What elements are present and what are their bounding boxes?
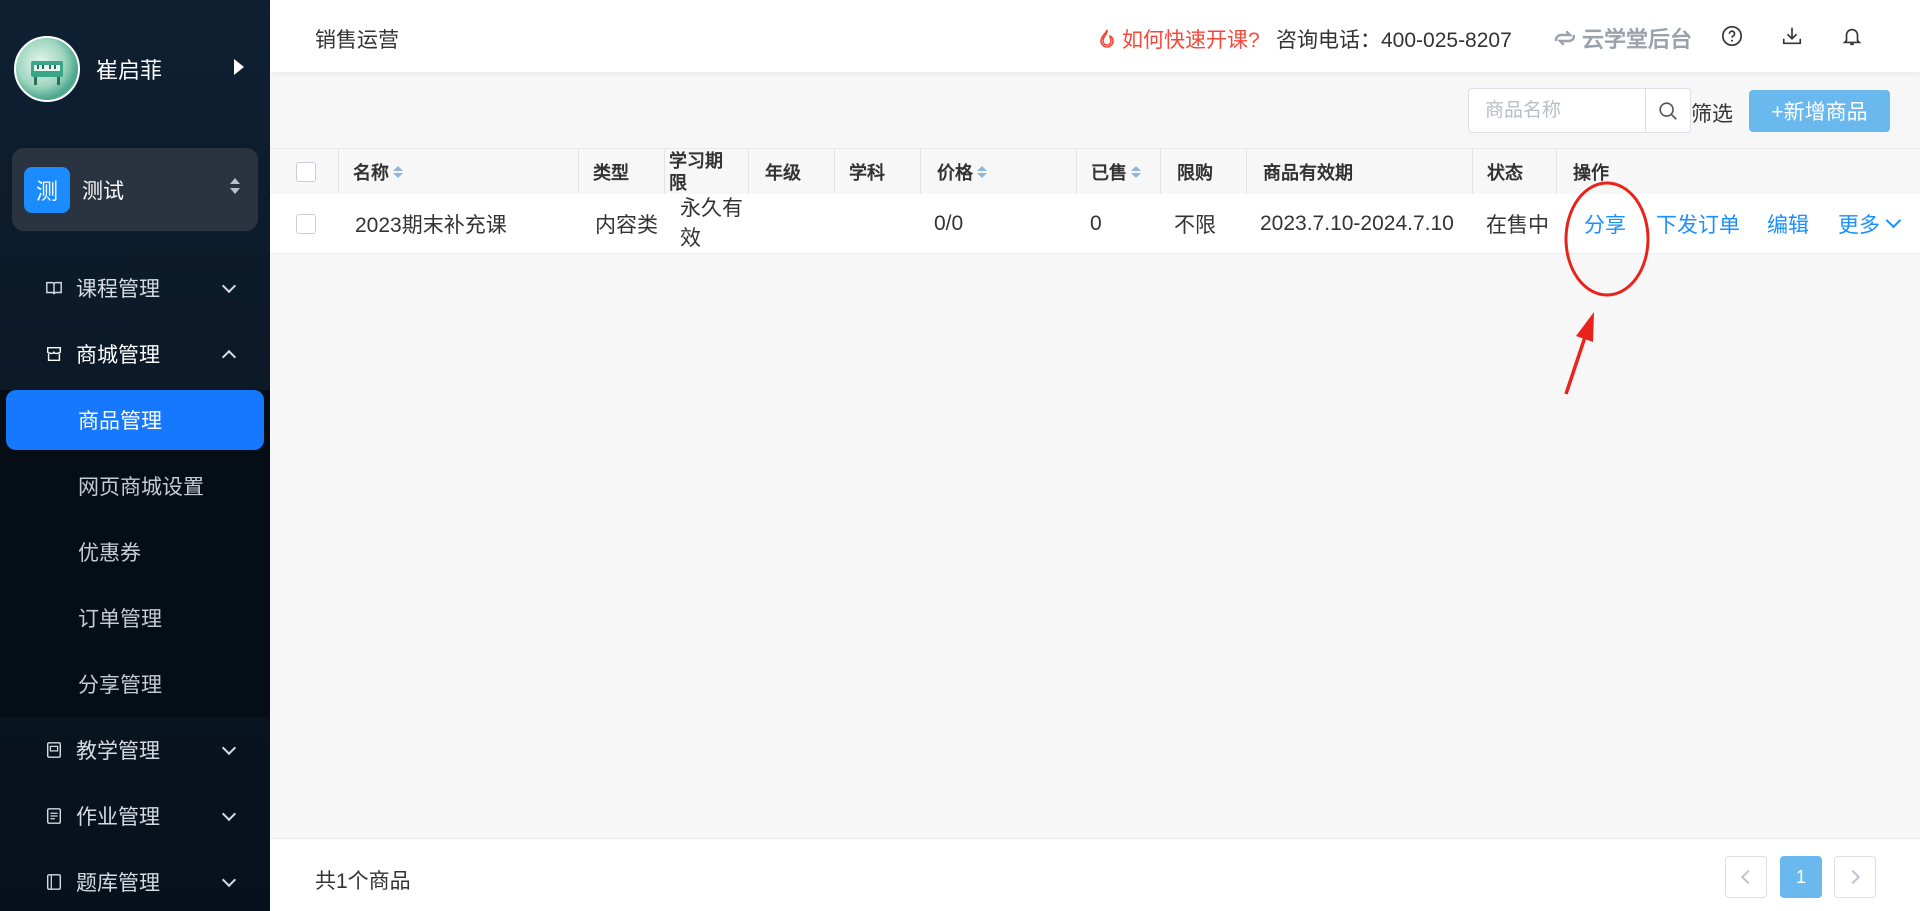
chevron-right-icon <box>1845 869 1861 885</box>
col-study-period: 学习期限 <box>664 149 730 195</box>
row-checkbox[interactable] <box>296 194 316 254</box>
table-footer: 共1个商品 1 <box>270 838 1920 911</box>
menu-question-bank-management[interactable]: 题库管理 <box>0 849 270 911</box>
fire-icon <box>1100 29 1114 48</box>
top-header: 销售运营 如何快速开课? 咨询电话：400-025-8207 云学堂后台 <box>270 0 1920 72</box>
menu-label: 作业管理 <box>76 806 160 829</box>
piano-avatar-icon <box>31 61 63 85</box>
product-search <box>1468 88 1691 133</box>
submenu-item-share-management[interactable]: 分享管理 <box>0 651 270 717</box>
annotation-arrow-icon <box>1564 312 1594 395</box>
chevron-down-icon <box>221 278 237 294</box>
chevron-left-icon <box>1740 869 1756 885</box>
cloud-loop-icon <box>1554 30 1576 46</box>
menu-homework-management[interactable]: 作业管理 <box>0 783 270 849</box>
table-header: 名称 类型 学习期限 年级 学科 价格 已售 限购 商品有效期 状态 操作 <box>270 148 1920 195</box>
cell-study-period: 永久有效 <box>680 197 743 250</box>
submenu-item-coupons[interactable]: 优惠券 <box>0 519 270 585</box>
org-badge: 测 <box>24 166 70 213</box>
bell-icon[interactable] <box>1839 23 1865 49</box>
col-validity: 商品有效期 <box>1246 149 1353 195</box>
cell-sold: 0 <box>1090 212 1102 235</box>
edit-link[interactable]: 编辑 <box>1767 194 1809 254</box>
menu-label: 商城管理 <box>76 344 160 367</box>
mall-submenu: 商品管理 网页商城设置 优惠券 订单管理 分享管理 <box>0 390 270 717</box>
sort-icon <box>393 166 403 178</box>
page-number-button[interactable]: 1 <box>1780 856 1822 898</box>
search-input[interactable] <box>1469 89 1645 132</box>
menu-label: 教学管理 <box>76 740 160 763</box>
teaching-icon <box>44 740 64 760</box>
next-page-button[interactable] <box>1834 856 1876 898</box>
menu-label: 课程管理 <box>76 278 160 301</box>
select-all-checkbox[interactable] <box>296 149 316 195</box>
sort-icon <box>977 166 987 178</box>
submenu-item-product-management[interactable]: 商品管理 <box>6 390 264 450</box>
table-row: 2023期末补充课 内容类 永久有效 0/0 0 不限 2023.7.10-20… <box>270 194 1920 254</box>
col-name[interactable]: 名称 <box>338 149 403 195</box>
sort-toggle-icon <box>230 178 240 194</box>
brand-logo[interactable]: 云学堂后台 <box>1552 22 1692 54</box>
page-title: 销售运营 <box>315 29 399 52</box>
menu-course-management[interactable]: 课程管理 <box>0 255 270 321</box>
more-label: 更多 <box>1838 214 1880 237</box>
col-actions: 操作 <box>1556 149 1609 195</box>
chevron-down-icon <box>221 806 237 822</box>
caret-right-icon[interactable] <box>234 59 244 75</box>
menu-label: 题库管理 <box>76 872 160 895</box>
help-icon[interactable] <box>1719 23 1745 49</box>
col-subject: 学科 <box>834 149 885 195</box>
more-dropdown[interactable]: 更多 <box>1838 194 1902 254</box>
cell-price: 0/0 <box>934 212 964 235</box>
col-grade: 年级 <box>748 149 801 195</box>
col-type: 类型 <box>578 149 629 195</box>
book-icon <box>44 278 64 298</box>
org-name: 测试 <box>82 179 124 203</box>
menu-teaching-management[interactable]: 教学管理 <box>0 717 270 783</box>
sort-icon <box>1131 166 1141 178</box>
add-product-button[interactable]: +新增商品 <box>1749 90 1890 132</box>
cell-name: 2023期末补充课 <box>355 214 507 237</box>
cell-status: 在售中 <box>1486 214 1549 237</box>
cell-type: 内容类 <box>595 214 658 237</box>
org-switcher[interactable]: 测 测试 <box>12 148 258 231</box>
user-profile[interactable]: 崔启菲 <box>14 33 264 105</box>
chevron-down-icon <box>221 740 237 756</box>
consult-phone: 咨询电话：400-025-8207 <box>1276 29 1512 52</box>
issue-order-link[interactable]: 下发订单 <box>1656 194 1740 254</box>
quick-start-link[interactable]: 如何快速开课? <box>1098 24 1260 54</box>
homework-icon <box>44 806 64 826</box>
chevron-down-icon <box>221 872 237 888</box>
col-limit: 限购 <box>1160 149 1213 195</box>
user-name: 崔启菲 <box>96 58 163 83</box>
total-count: 共1个商品 <box>315 870 411 893</box>
cell-validity: 2023.7.10-2024.7.10 <box>1260 212 1454 235</box>
prev-page-button[interactable] <box>1725 856 1767 898</box>
cell-limit: 不限 <box>1174 214 1216 237</box>
menu-mall-management[interactable]: 商城管理 <box>0 321 270 387</box>
col-price[interactable]: 价格 <box>920 149 987 195</box>
search-icon[interactable] <box>1645 89 1690 132</box>
submenu-item-web-mall-settings[interactable]: 网页商城设置 <box>0 453 270 519</box>
chevron-up-icon <box>221 349 237 365</box>
col-sold[interactable]: 已售 <box>1076 149 1141 195</box>
submenu-item-order-management[interactable]: 订单管理 <box>0 585 270 651</box>
quick-start-label: 如何快速开课? <box>1122 29 1260 52</box>
col-status: 状态 <box>1472 149 1523 195</box>
share-link[interactable]: 分享 <box>1584 194 1626 254</box>
question-bank-icon <box>44 872 64 892</box>
side-menu: 课程管理 商城管理 商品管理 网页商城设置 优惠券 订单管理 分享管理 教学管理 <box>0 255 270 911</box>
filter-button[interactable]: 筛选 <box>1691 98 1733 128</box>
store-icon <box>44 344 64 364</box>
brand-label: 云学堂后台 <box>1582 27 1693 52</box>
annotation-overlay <box>1564 181 1650 395</box>
download-icon[interactable] <box>1779 23 1805 49</box>
sidebar: 崔启菲 测 测试 课程管理 商城管理 商品管理 网页商城设置 优惠券 订单管理 … <box>0 0 270 911</box>
avatar <box>14 36 80 102</box>
chevron-down-icon <box>1885 212 1902 228</box>
